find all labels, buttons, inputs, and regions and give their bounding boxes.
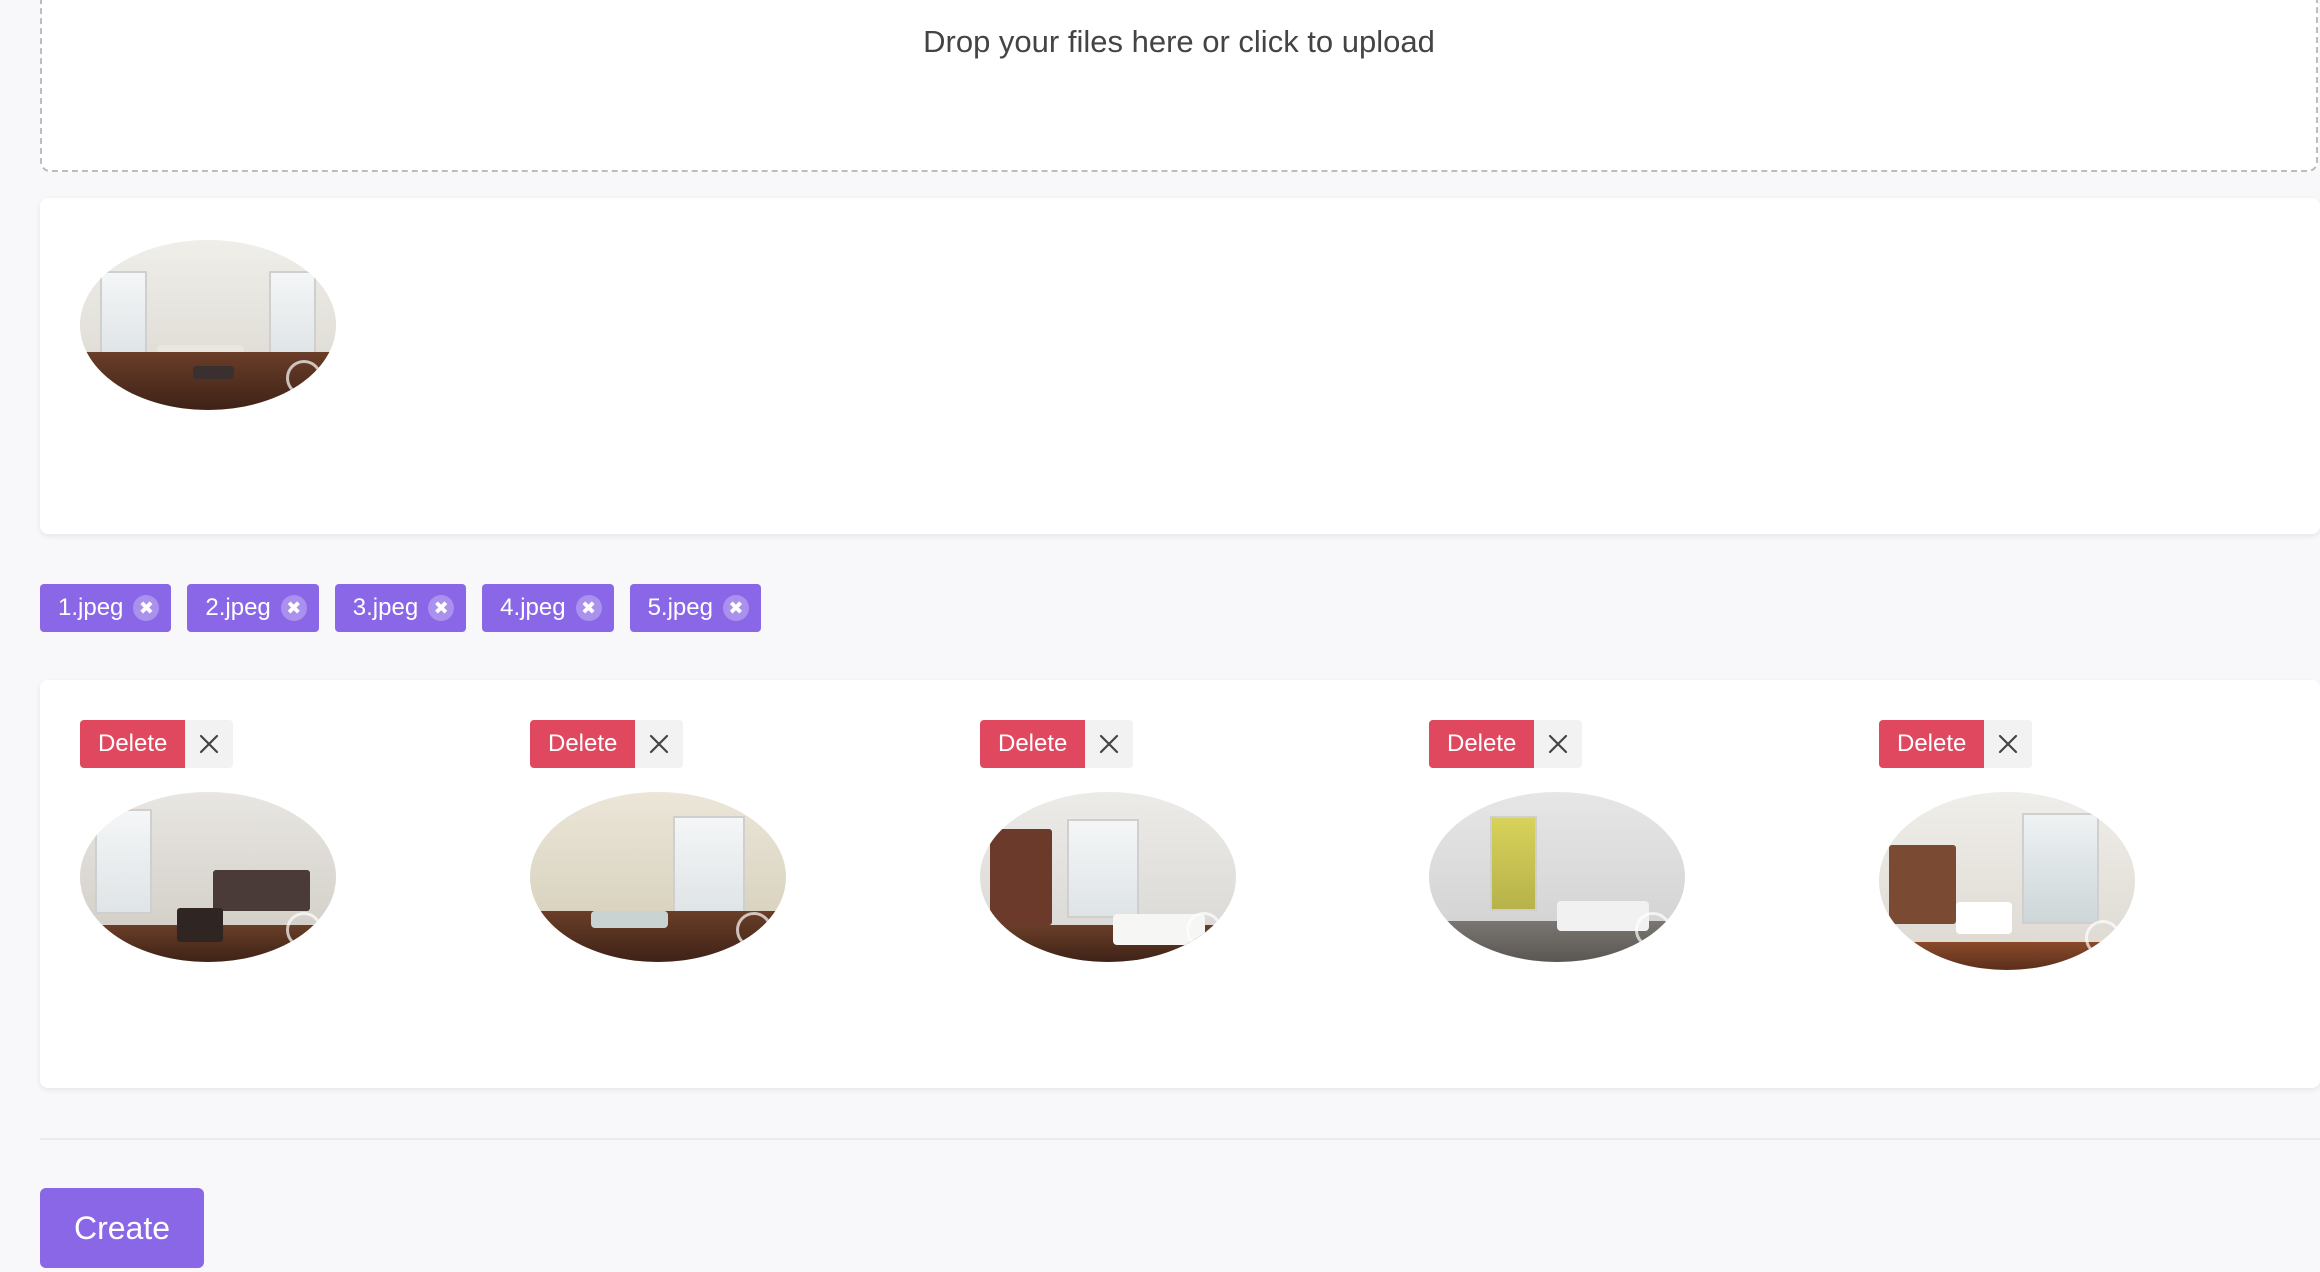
gallery-item: Delete	[80, 720, 380, 980]
delete-button[interactable]: Delete	[1429, 720, 1535, 768]
file-tag: 2.jpeg ✖	[187, 584, 319, 632]
delete-button[interactable]: Delete	[1879, 720, 1985, 768]
gallery-item: Delete	[1429, 720, 1729, 980]
close-icon[interactable]	[1085, 720, 1134, 768]
close-icon[interactable]	[1534, 720, 1583, 768]
upload-page: Drop your files here or click to upload …	[0, 0, 2320, 1272]
delete-button[interactable]: Delete	[80, 720, 186, 768]
gallery-item-actions: Delete	[80, 720, 380, 768]
image-gallery-card: Delete Delete Delete Delete Delete	[40, 680, 2320, 1088]
gallery-item: Delete	[980, 720, 1280, 980]
preview-thumbnail	[80, 240, 336, 410]
gallery-item-actions: Delete	[980, 720, 1280, 768]
file-tag: 3.jpeg ✖	[334, 584, 467, 632]
gallery-item: Delete	[530, 720, 830, 980]
file-tag: 1.jpeg ✖	[40, 584, 172, 632]
file-tag-label: 5.jpeg	[647, 594, 713, 621]
gallery-thumbnail	[1429, 792, 1685, 962]
dropzone-label: Drop your files here or click to upload	[923, 24, 1435, 59]
file-tag: 5.jpeg ✖	[629, 584, 761, 632]
tag-remove-icon[interactable]: ✖	[428, 595, 455, 621]
file-tag-label: 2.jpeg	[205, 594, 271, 621]
tag-remove-icon[interactable]: ✖	[280, 595, 307, 621]
gallery-thumbnail	[530, 792, 786, 962]
gallery-item-actions: Delete	[1879, 720, 2179, 768]
close-icon[interactable]	[635, 720, 684, 768]
gallery-item-actions: Delete	[1429, 720, 1729, 768]
create-button[interactable]: Create	[40, 1188, 204, 1268]
tag-remove-icon[interactable]: ✖	[722, 595, 749, 621]
delete-button[interactable]: Delete	[980, 720, 1086, 768]
gallery-thumbnail	[1879, 792, 2135, 970]
gallery-item-actions: Delete	[530, 720, 830, 768]
file-tag-label: 4.jpeg	[500, 594, 566, 621]
close-icon[interactable]	[185, 720, 234, 768]
tag-remove-icon[interactable]: ✖	[575, 595, 602, 621]
file-tag-label: 1.jpeg	[58, 594, 124, 621]
file-tag: 4.jpeg ✖	[482, 584, 614, 632]
file-tag-list: 1.jpeg ✖ 2.jpeg ✖ 3.jpeg ✖ 4.jpeg ✖ 5.jp…	[40, 584, 761, 632]
close-icon[interactable]	[1984, 720, 2033, 768]
file-tag-label: 3.jpeg	[352, 594, 419, 621]
gallery-thumbnail	[980, 792, 1236, 962]
gallery-thumbnail	[80, 792, 336, 962]
tag-remove-icon[interactable]: ✖	[133, 595, 160, 621]
delete-button[interactable]: Delete	[530, 720, 636, 768]
gallery-item: Delete	[1879, 720, 2179, 980]
upload-preview-card	[40, 198, 2320, 534]
file-dropzone[interactable]: Drop your files here or click to upload	[40, 0, 2318, 172]
section-divider	[40, 1138, 2320, 1140]
